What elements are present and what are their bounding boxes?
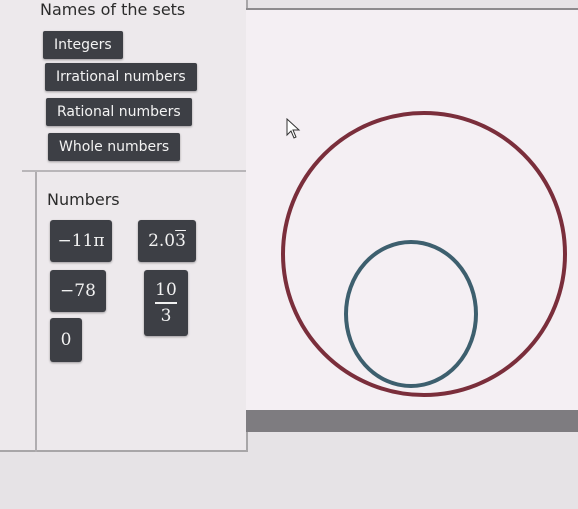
venn-outer-circle[interactable] (281, 111, 567, 397)
number-card-2-0-repeating-3[interactable]: 2.0 3 (138, 220, 196, 262)
set-label-irrational-numbers[interactable]: Irrational numbers (45, 63, 197, 91)
section-divider (22, 170, 246, 172)
number-card-neg-78[interactable]: −78 (50, 270, 106, 312)
number-neg-11-pi: −11π (57, 231, 105, 251)
fraction-numerator: 10 (155, 280, 177, 300)
mouse-pointer-icon (286, 118, 301, 139)
numbers-heading: Numbers (47, 190, 120, 209)
set-label-whole-numbers[interactable]: Whole numbers (48, 133, 181, 161)
number-zero: 0 (60, 330, 72, 350)
number-neg-78: −78 (60, 281, 96, 301)
canvas-bottom-edge (246, 410, 578, 432)
venn-inner-circle[interactable] (344, 240, 478, 388)
venn-diagram-area[interactable] (246, 8, 578, 412)
number-card-neg-11-pi[interactable]: −11π (50, 220, 112, 262)
number-2-0-whole: 2.0 (148, 231, 176, 251)
set-label-rational-numbers[interactable]: Rational numbers (46, 98, 192, 126)
number-repeating-digit: 3 (175, 231, 186, 251)
left-panel: Names of the sets Integers Irrational nu… (0, 0, 248, 452)
fraction-10-over-3: 10 3 (155, 280, 177, 326)
number-card-zero[interactable]: 0 (50, 318, 82, 362)
fraction-bar (155, 302, 177, 304)
venn-diagram (281, 111, 567, 397)
fraction-denominator: 3 (160, 306, 172, 326)
number-card-10-over-3[interactable]: 10 3 (144, 270, 188, 336)
set-label-integers[interactable]: Integers (43, 31, 123, 59)
left-rule (35, 172, 37, 452)
sets-heading: Names of the sets (40, 0, 186, 19)
